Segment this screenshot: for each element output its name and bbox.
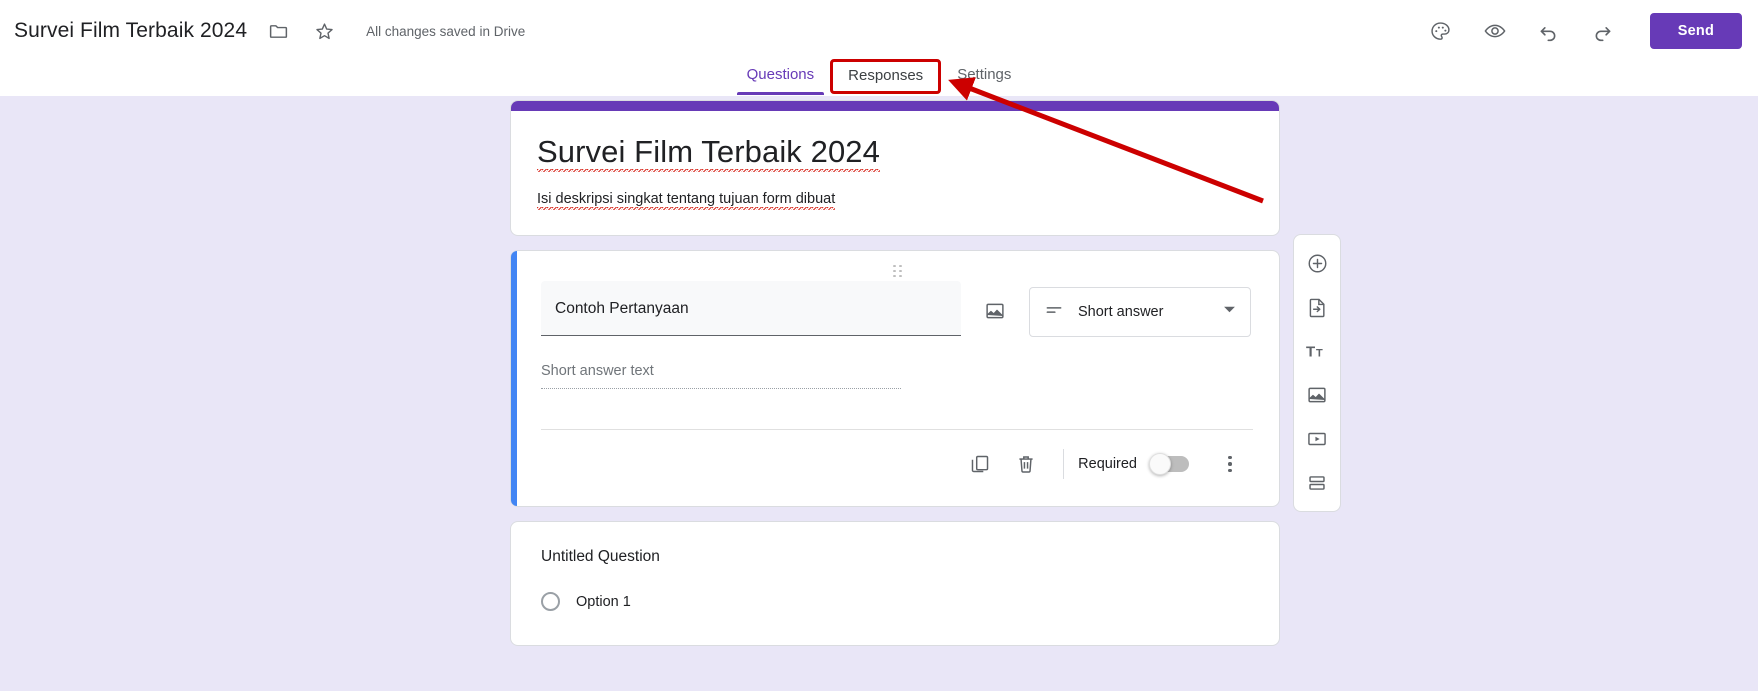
add-image-icon[interactable] bbox=[975, 291, 1015, 331]
duplicate-icon[interactable] bbox=[957, 444, 1003, 484]
form-title[interactable]: Survei Film Terbaik 2024 bbox=[14, 19, 247, 43]
plus-circle-icon[interactable] bbox=[1297, 243, 1337, 283]
top-bar-actions: Send bbox=[1424, 0, 1742, 62]
radio-icon[interactable] bbox=[541, 592, 560, 612]
form-header-card[interactable]: Survei Film Terbaik 2024 Isi deskripsi s… bbox=[510, 100, 1280, 237]
redo-icon[interactable] bbox=[1586, 14, 1620, 48]
google-forms-editor: Survei Film Terbaik 2024 All changes sav… bbox=[0, 0, 1758, 691]
question-type-select[interactable]: Short answer bbox=[1029, 287, 1251, 338]
toolbar-divider bbox=[1063, 449, 1065, 480]
trash-icon[interactable] bbox=[1003, 444, 1049, 484]
palette-icon[interactable] bbox=[1424, 14, 1458, 48]
chevron-down-icon bbox=[1223, 303, 1236, 321]
toggle-knob bbox=[1149, 453, 1171, 476]
title-text-icon[interactable]: T T bbox=[1297, 331, 1337, 371]
tab-settings[interactable]: Settings bbox=[939, 58, 1029, 95]
selected-accent-bar bbox=[511, 251, 517, 507]
question-header-row: Short answer bbox=[541, 281, 1253, 338]
question-type-label: Short answer bbox=[1078, 304, 1164, 321]
forms-column: Survei Film Terbaik 2024 Isi deskripsi s… bbox=[510, 100, 1280, 647]
more-vertical-icon[interactable] bbox=[1207, 444, 1253, 484]
short-answer-icon bbox=[1044, 300, 1064, 325]
form-description[interactable]: Isi deskripsi singkat tentang tujuan for… bbox=[537, 189, 1253, 210]
video-icon[interactable] bbox=[1297, 419, 1337, 459]
form-canvas: Survei Film Terbaik 2024 Isi deskripsi s… bbox=[0, 96, 1758, 691]
star-icon[interactable] bbox=[307, 14, 341, 48]
image-icon[interactable] bbox=[1297, 375, 1337, 415]
save-status: All changes saved in Drive bbox=[366, 23, 526, 39]
untitled-question-card[interactable]: Untitled Question Option 1 bbox=[510, 521, 1280, 647]
required-toggle[interactable] bbox=[1149, 453, 1189, 476]
tab-questions[interactable]: Questions bbox=[729, 58, 833, 95]
send-button[interactable]: Send bbox=[1649, 13, 1742, 49]
form-description-text: Isi deskripsi singkat tentang tujuan for… bbox=[537, 190, 836, 210]
drag-handle-icon[interactable] bbox=[541, 265, 1253, 278]
import-icon[interactable] bbox=[1297, 287, 1337, 327]
question-card[interactable]: Short answer Short answer text bbox=[510, 250, 1280, 508]
theme-color-stripe bbox=[511, 101, 1279, 111]
option-label[interactable]: Option 1 bbox=[576, 594, 631, 610]
undo-icon[interactable] bbox=[1532, 14, 1566, 48]
top-bar: Survei Film Terbaik 2024 All changes sav… bbox=[0, 0, 1758, 62]
question-title-wrap bbox=[541, 281, 961, 337]
option-row[interactable]: Option 1 bbox=[541, 592, 1253, 612]
svg-text:T: T bbox=[1316, 348, 1323, 360]
eye-icon[interactable] bbox=[1478, 14, 1512, 48]
folder-icon[interactable] bbox=[261, 14, 295, 48]
section-icon[interactable] bbox=[1297, 463, 1337, 503]
required-label: Required bbox=[1078, 456, 1137, 473]
form-heading[interactable]: Survei Film Terbaik 2024 bbox=[537, 133, 1253, 172]
tab-bar: Questions Responses Settings bbox=[0, 56, 1758, 96]
question-footer-toolbar: Required bbox=[541, 430, 1253, 494]
question-title-input[interactable] bbox=[541, 281, 961, 337]
short-answer-preview: Short answer text bbox=[541, 363, 901, 390]
untitled-question-title[interactable]: Untitled Question bbox=[541, 548, 1253, 566]
svg-text:T: T bbox=[1306, 344, 1315, 361]
tab-responses[interactable]: Responses bbox=[830, 58, 942, 94]
form-heading-text: Survei Film Terbaik 2024 bbox=[537, 134, 880, 172]
add-item-toolbar: T T bbox=[1293, 234, 1341, 512]
